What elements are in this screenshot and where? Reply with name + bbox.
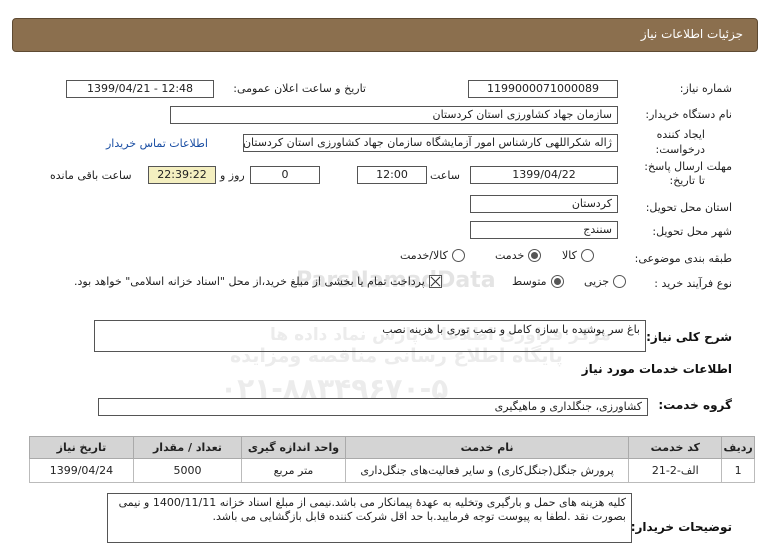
- radio-service-label: خدمت: [495, 249, 525, 262]
- table-row: 1 الف-2-21 پرورش جنگل(جنگل‌کاری) و سایر …: [29, 458, 755, 483]
- radio-goods-label: کالا: [562, 249, 577, 262]
- creator-field: ژاله شکراللهی کارشناس امور آزمایشگاه ساز…: [243, 134, 618, 152]
- radio-both-label: کالا/خدمت: [400, 249, 448, 262]
- th-name: نام خدمت: [344, 436, 630, 459]
- creator-label-1: ایجاد کننده: [656, 128, 705, 141]
- city-label: شهر محل تحویل:: [652, 225, 732, 238]
- buyer-field: سازمان جهاد کشاورزی استان کردستان: [170, 106, 618, 124]
- process-radio-medium[interactable]: متوسط: [512, 275, 564, 288]
- services-table: ردیف کد خدمت نام خدمت واحد اندازه گیری ت…: [29, 436, 755, 483]
- creator-label-2: درخواست:: [655, 143, 705, 156]
- city-field: سنندج: [470, 221, 618, 239]
- radio-minor-circle[interactable]: [613, 275, 627, 288]
- radio-service-circle[interactable]: [528, 249, 542, 262]
- summary-box: باغ سر پوشیده با سازه کامل و نصب توری با…: [94, 320, 646, 352]
- th-date: تاریخ نیاز: [29, 436, 134, 459]
- th-unit: واحد اندازه گیری: [241, 436, 346, 459]
- process-radio-minor[interactable]: جزیی: [584, 275, 627, 288]
- cell-code: الف-2-21: [628, 458, 723, 483]
- cell-name: پرورش جنگل(جنگل‌کاری) و سایر فعالیت‌های …: [344, 458, 630, 483]
- cell-row: 1: [721, 458, 755, 483]
- category-radio-both[interactable]: کالا/خدمت: [400, 249, 465, 262]
- need-number-field: 1199000071000089: [468, 80, 618, 98]
- province-label: استان محل تحویل:: [645, 201, 732, 214]
- buyer-notes-label: توضیحات خریدار:: [630, 520, 732, 534]
- province-field: کردستان: [470, 195, 618, 213]
- deadline-label-2: تا تاریخ:: [669, 174, 705, 187]
- remaining-time-field: 22:39:22: [148, 166, 216, 184]
- remaining-time-label: ساعت باقی مانده: [50, 169, 132, 182]
- buyer-contact-link[interactable]: اطلاعات تماس خریدار: [106, 137, 208, 150]
- summary-text: باغ سر پوشیده با سازه کامل و نصب توری با…: [382, 323, 640, 336]
- category-radio-service[interactable]: خدمت: [495, 249, 542, 262]
- service-group-field: کشاورزی، جنگلداری و ماهیگیری: [98, 398, 648, 416]
- th-qty: تعداد / مقدار: [132, 436, 243, 459]
- days-label: روز و: [220, 169, 245, 182]
- radio-medium-circle[interactable]: [550, 275, 564, 288]
- deadline-date-field: 1399/04/22: [470, 166, 618, 184]
- need-number-label: شماره نیاز:: [679, 82, 732, 95]
- announce-label: تاریخ و ساعت اعلان عمومی:: [233, 82, 366, 95]
- announce-field: 1399/04/21 - 12:48: [66, 80, 214, 98]
- radio-goods-circle[interactable]: [580, 249, 594, 262]
- radio-medium-label: متوسط: [512, 275, 547, 288]
- summary-label: شرح کلی نیاز:: [646, 330, 732, 344]
- radio-both-circle[interactable]: [451, 249, 465, 262]
- service-group-label: گروه خدمت:: [658, 398, 732, 412]
- buyer-label: نام دستگاه خریدار:: [645, 108, 732, 121]
- process-label: نوع فرآیند خرید :: [654, 277, 732, 290]
- services-table-header: ردیف کد خدمت نام خدمت واحد اندازه گیری ت…: [29, 436, 755, 459]
- radio-minor-label: جزیی: [584, 275, 610, 288]
- deadline-label-1: مهلت ارسال پاسخ:: [644, 160, 732, 173]
- buyer-notes-box: کلیه هزینه های حمل و بارگیری وتخلیه به ع…: [107, 493, 632, 543]
- cell-qty: 5000: [132, 458, 243, 483]
- days-field: 0: [250, 166, 320, 184]
- buyer-notes-text: کلیه هزینه های حمل و بارگیری وتخلیه به ع…: [118, 496, 626, 523]
- th-code: کد خدمت: [628, 436, 723, 459]
- cell-unit: متر مربع: [241, 458, 346, 483]
- deadline-time-label: ساعت: [430, 169, 460, 182]
- treasury-note: پرداخت تمام یا بخشی از مبلغ خرید،از محل …: [74, 275, 425, 288]
- treasury-checkbox[interactable]: [428, 275, 442, 288]
- treasury-checkbox-row[interactable]: پرداخت تمام یا بخشی از مبلغ خرید،از محل …: [74, 275, 442, 288]
- category-radio-goods[interactable]: کالا: [562, 249, 594, 262]
- th-row: ردیف: [721, 436, 755, 459]
- cell-date: 1399/04/24: [29, 458, 134, 483]
- deadline-time-field: 12:00: [357, 166, 427, 184]
- services-info-title: اطلاعات خدمات مورد نیاز: [581, 362, 732, 376]
- category-label: طبقه بندی موضوعی:: [634, 252, 732, 265]
